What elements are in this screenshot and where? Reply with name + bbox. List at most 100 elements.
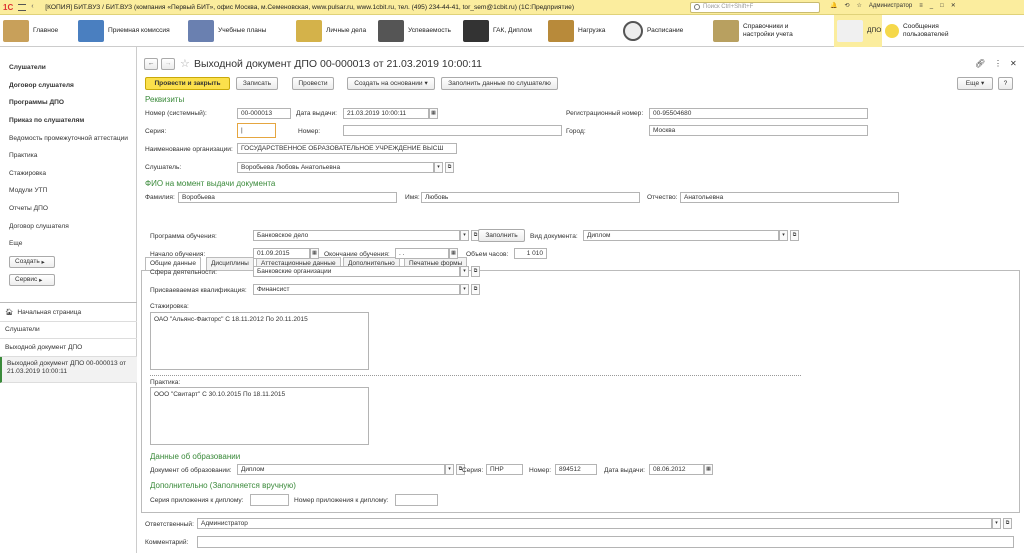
more-button[interactable]: Еще ▾ bbox=[957, 77, 993, 90]
sidebar-item[interactable]: Отчеты ДПО bbox=[0, 200, 136, 218]
qual-field[interactable]: Финансист bbox=[253, 284, 460, 295]
program-field[interactable]: Банковское дело bbox=[253, 230, 460, 241]
star-icon[interactable]: ☆ bbox=[857, 2, 862, 9]
post-and-close-button[interactable]: Провести и закрыть bbox=[145, 77, 230, 90]
practice-textarea[interactable]: ООО "Свитарт" С 30.10.2015 По 18.11.2015 bbox=[150, 387, 369, 445]
app-number-field[interactable] bbox=[395, 494, 438, 506]
sidebar-item[interactable]: Модули УТП bbox=[0, 182, 136, 200]
doc-type-open-icon[interactable]: ⧉ bbox=[790, 230, 799, 241]
save-button[interactable]: Записать bbox=[236, 77, 278, 90]
sidebar-item[interactable]: Ведомость промежуточной аттестации bbox=[0, 129, 136, 147]
nav-home[interactable]: 🏠︎ Начальная страница bbox=[0, 304, 137, 322]
minimize-icon[interactable]: _ bbox=[930, 3, 933, 9]
section-student[interactable]: Успеваемость bbox=[375, 15, 460, 47]
section-clock[interactable]: Расписание bbox=[620, 15, 710, 47]
edu-number-field[interactable]: 894512 bbox=[555, 464, 597, 475]
nav-current-document[interactable]: Выходной документ ДПО 00-000013 от 21.03… bbox=[0, 357, 137, 383]
favorite-star-icon[interactable]: ☆ bbox=[180, 57, 190, 70]
edu-date-field[interactable]: 08.06.2012 bbox=[649, 464, 704, 475]
end-calendar-icon[interactable]: ▦ bbox=[449, 248, 458, 259]
section-scales[interactable]: Нагрузка bbox=[545, 15, 620, 47]
start-field[interactable]: 01.09.2015 bbox=[253, 248, 310, 259]
issue-date-field[interactable]: 21.03.2019 10:00:11 bbox=[343, 108, 429, 119]
program-label: Программа обучения: bbox=[150, 233, 217, 240]
doc-type-field[interactable]: Диплом bbox=[583, 230, 779, 241]
org-field[interactable]: ГОСУДАРСТВЕННОЕ ОБРАЗОВАТЕЛЬНОЕ УЧРЕЖДЕН… bbox=[237, 143, 457, 154]
sidebar-item[interactable]: Стажировка bbox=[0, 165, 136, 183]
settings-menu-icon[interactable]: ≡ bbox=[919, 3, 923, 9]
global-search-input[interactable]: Поиск Ctrl+Shift+F bbox=[690, 2, 820, 13]
responsible-field[interactable]: Администратор bbox=[197, 518, 992, 529]
maximize-icon[interactable]: □ bbox=[940, 3, 944, 9]
edu-date-calendar-icon[interactable]: ▦ bbox=[704, 464, 713, 475]
edu-series-field[interactable]: ПНР bbox=[486, 464, 523, 475]
listener-dropdown-icon[interactable]: ▾ bbox=[434, 162, 443, 173]
section-desk[interactable]: Главное bbox=[0, 15, 75, 47]
sidebar-item[interactable]: Слушатели bbox=[0, 59, 136, 77]
section-graduation-cap[interactable]: ГАК, Диплом bbox=[460, 15, 545, 47]
responsible-open-icon[interactable]: ⧉ bbox=[1003, 518, 1012, 529]
more-vert-icon[interactable]: ⋮ bbox=[994, 59, 1002, 68]
city-field[interactable]: Москва bbox=[649, 125, 868, 136]
forward-button[interactable]: → bbox=[161, 58, 175, 70]
edu-doc-field[interactable]: Диплом bbox=[237, 464, 445, 475]
menu-icon[interactable] bbox=[18, 3, 27, 11]
sidebar-item[interactable]: Еще bbox=[0, 235, 136, 253]
responsible-dropdown-icon[interactable]: ▾ bbox=[992, 518, 1001, 529]
number-field[interactable]: 00-000013 bbox=[237, 108, 291, 119]
sphere-field[interactable]: Банковские организации bbox=[253, 266, 460, 277]
section-keyboard[interactable]: Учебные планы bbox=[185, 15, 293, 47]
num-field[interactable] bbox=[343, 125, 562, 136]
nav-listeners[interactable]: Слушатели bbox=[0, 321, 137, 339]
edu-doc-dropdown-icon[interactable]: ▾ bbox=[445, 464, 454, 475]
sphere-dropdown-icon[interactable]: ▾ bbox=[460, 266, 469, 277]
start-calendar-icon[interactable]: ▦ bbox=[310, 248, 319, 259]
hours-field[interactable]: 1 010 bbox=[514, 248, 547, 259]
listener-field[interactable]: Воробьева Любовь Анатольевна bbox=[237, 162, 434, 173]
section-folder[interactable]: Личные дела bbox=[293, 15, 375, 47]
qual-open-icon[interactable]: ⧉ bbox=[471, 284, 480, 295]
link-icon[interactable]: 🔗︎ bbox=[975, 59, 985, 68]
back-icon[interactable]: ‹ bbox=[31, 3, 39, 11]
name-field[interactable]: Любовь bbox=[421, 192, 640, 203]
program-dropdown-icon[interactable]: ▾ bbox=[460, 230, 469, 241]
close-icon[interactable]: ✕ bbox=[951, 2, 956, 9]
back-button[interactable]: ← bbox=[144, 58, 158, 70]
sidebar-item[interactable]: Программы ДПО bbox=[0, 94, 136, 112]
section-person[interactable]: ДПО bbox=[834, 15, 882, 47]
help-button[interactable]: ? bbox=[998, 77, 1013, 90]
comment-field[interactable] bbox=[197, 536, 1014, 548]
sidebar-item[interactable]: Практика bbox=[0, 147, 136, 165]
service-button[interactable]: Сервис ▸ bbox=[9, 273, 55, 286]
fio-header: ФИО на момент выдачи документа bbox=[145, 179, 276, 188]
series-field[interactable]: | bbox=[237, 123, 276, 138]
bell-icon[interactable]: 🔔 bbox=[830, 2, 837, 9]
create-button[interactable]: Создать ▸ bbox=[9, 255, 55, 268]
sidebar-item[interactable]: Договор слушателя bbox=[0, 217, 136, 235]
calendar-icon[interactable]: ▦ bbox=[429, 108, 438, 119]
internship-textarea[interactable]: ОАО "Альянс-Факторс" С 18.11.2012 По 20.… bbox=[150, 312, 369, 370]
sidebar-item[interactable]: Договор слушателя bbox=[0, 77, 136, 95]
end-field[interactable]: . . bbox=[395, 248, 449, 259]
doc-type-dropdown-icon[interactable]: ▾ bbox=[779, 230, 788, 241]
patronymic-field[interactable]: Анатольевна bbox=[680, 192, 899, 203]
close-form-icon[interactable]: ✕ bbox=[1010, 59, 1017, 68]
section-message[interactable]: Сообщения пользователей bbox=[882, 15, 962, 47]
fill-program-button[interactable]: Заполнить bbox=[478, 229, 525, 242]
section-books[interactable]: Справочники и настройки учета bbox=[710, 15, 834, 47]
fill-data-button[interactable]: Заполнить данные по слушателю bbox=[441, 77, 558, 90]
app-series-field[interactable] bbox=[250, 494, 289, 506]
history-icon[interactable]: ⟲ bbox=[844, 2, 849, 9]
user-name[interactable]: Администратор bbox=[869, 3, 912, 9]
surname-field[interactable]: Воробьева bbox=[178, 192, 397, 203]
nav-output-docs[interactable]: Выходной документ ДПО bbox=[0, 339, 137, 357]
section-building[interactable]: Приемная комиссия bbox=[75, 15, 185, 47]
sidebar-item[interactable]: Приказ по слушателям bbox=[0, 112, 136, 130]
qual-dropdown-icon[interactable]: ▾ bbox=[460, 284, 469, 295]
sphere-open-icon[interactable]: ⧉ bbox=[471, 266, 480, 277]
post-button[interactable]: Провести bbox=[292, 77, 334, 90]
reg-number-field[interactable]: 00-95504680 bbox=[649, 108, 868, 119]
listener-open-icon[interactable]: ⧉ bbox=[445, 162, 454, 173]
document-title: Выходной документ ДПО 00-000013 от 21.03… bbox=[194, 58, 483, 70]
create-based-button[interactable]: Создать на основании ▾ bbox=[347, 77, 435, 90]
